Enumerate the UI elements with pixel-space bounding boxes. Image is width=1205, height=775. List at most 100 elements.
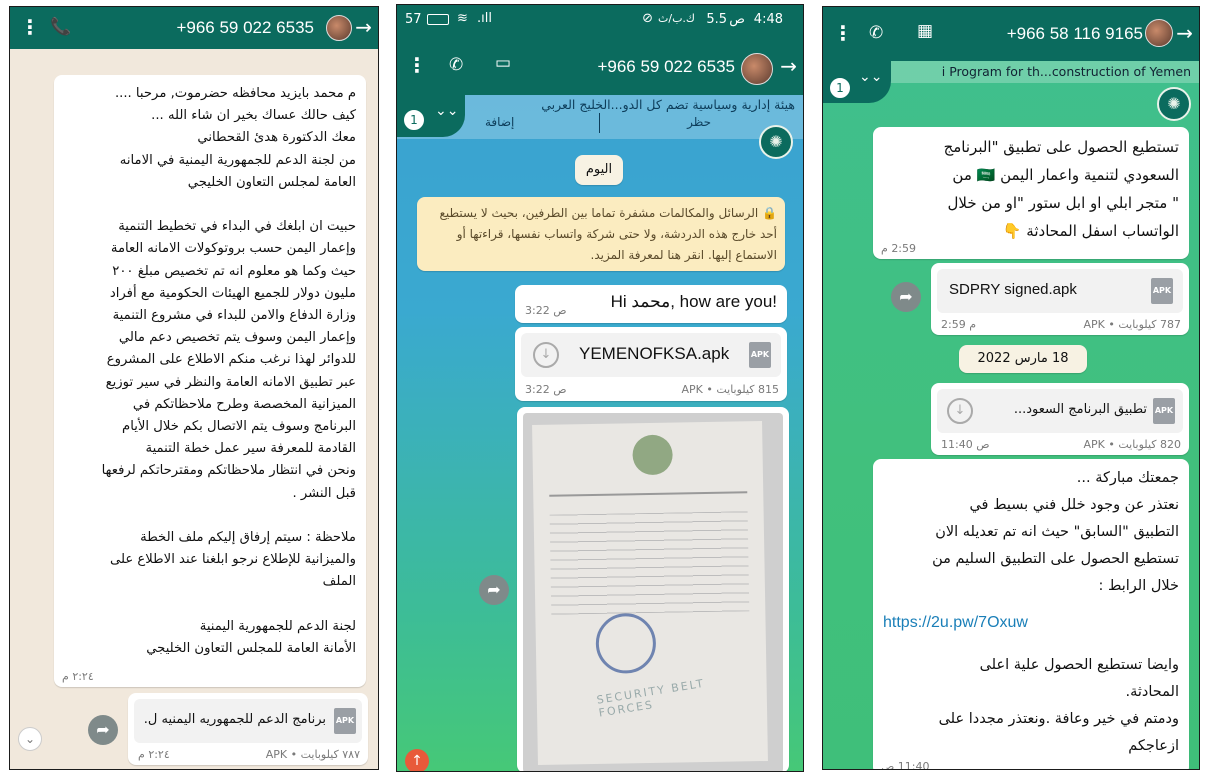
incoming-message[interactable]: جمعتك مباركة ... نعتذر عن وجود خلل فني بس… — [873, 459, 1189, 770]
message-line: " متجر ابلي او ابل ستور "او من خلال — [947, 194, 1179, 212]
back-arrow-icon[interactable]: → — [780, 54, 797, 78]
message-line: للدوائر لهذا نرغب منكم الاطلاع على المشر… — [106, 352, 356, 368]
message-line: المحادثة. — [1125, 684, 1179, 700]
message-line — [64, 505, 356, 527]
date-chip: اليوم — [575, 155, 623, 185]
status-bar: 57 ≋ .ıll 4:48 ص 5.5 ك.ب/ث ⊘ — [397, 5, 803, 35]
file-message[interactable]: ↓ تطبيق البرنامج السعود... APK 820 كيلوب… — [931, 383, 1189, 455]
apk-file-icon: APK — [334, 708, 356, 734]
file-card[interactable]: ↓ تطبيق البرنامج السعود... APK — [937, 389, 1183, 433]
message-line: وزارة الدفاع والامن للبداء في مشروع التن… — [112, 308, 356, 324]
file-card[interactable]: APK برنامج الدعم للجمهوريه اليمنيه ل. — [134, 699, 362, 743]
chat-panel-3: ⋮ ✆ ▦ +966 58 116 9165 → i Program for t… — [822, 6, 1200, 770]
menu-icon[interactable]: ⋮ — [407, 53, 427, 77]
file-name: برنامج الدعم للجمهوريه اليمنيه ل. — [143, 712, 326, 727]
avatar[interactable] — [741, 53, 773, 85]
message-line: معك الدكتورة هدئ القحطاني — [197, 130, 356, 146]
lock-icon: 🔒 — [758, 206, 777, 220]
message-line: حبيت ان ابلغك في البداء في تخطيط التنمية — [118, 219, 356, 235]
block-button[interactable]: حظر — [687, 115, 711, 129]
message-line: نعتذر عن وجود خلل فني بسيط في — [969, 497, 1179, 513]
file-card[interactable]: SDPRY signed.apk APK — [937, 269, 1183, 313]
stamp-icon — [595, 612, 657, 674]
download-icon[interactable]: ↓ — [533, 342, 559, 368]
file-time: 2:59 م — [941, 318, 977, 331]
message-line: الملف — [322, 574, 356, 590]
message-line: وايضا تستطيع الحصول علية اعلى — [979, 657, 1179, 673]
banner-title: i Program for th...construction of Yemen — [941, 64, 1191, 79]
message-line: ازعاجكم — [1128, 738, 1179, 754]
message-line: ودمتم في خير وعافة .ونعتذر مجددا على — [938, 711, 1179, 727]
message-time: 2:59 م — [881, 242, 917, 255]
add-button[interactable]: إضافة — [485, 115, 514, 129]
apk-file-icon: APK — [1151, 278, 1173, 304]
forward-icon[interactable]: ➦ — [891, 282, 921, 312]
status-speed-unit: ك.ب/ث — [658, 12, 695, 25]
message-text: Hi محمد, how are you! — [610, 292, 777, 311]
chat-header: ⋮ 📞 +966 59 022 6535 → — [10, 7, 378, 49]
file-time: ٢:٢٤ م — [138, 748, 170, 761]
encryption-notice[interactable]: 🔒 الرسائل والمكالمات مشفرة تماما بين الط… — [417, 197, 785, 271]
message-line: جمعتك مباركة ... — [1076, 470, 1179, 486]
message-line: خلال الرابط : — [1098, 578, 1179, 594]
message-line: لجنة الدعم للجمهورية اليمنية — [199, 618, 356, 634]
message-time: ٢:٢٤ م — [62, 670, 94, 683]
message-line: والميزانية للإطلاع نرجو ابلغنا عند الاطل… — [110, 552, 356, 568]
chat-header: ⋮ ✆ ▭ +966 59 022 6535 → — [397, 35, 803, 95]
outgoing-message[interactable]: Hi محمد, how are you! 3:22 ص — [515, 285, 787, 323]
message-line — [64, 194, 356, 216]
image-message[interactable]: SECURITY BELT FORCES — [517, 407, 789, 771]
incoming-message[interactable]: م محمد بايزيد محافظه حضرموت, مرحبا .... ك… — [54, 75, 366, 687]
forward-icon[interactable]: ➦ — [88, 715, 118, 745]
message-line: ملاحظة : سيتم إرفاق إليكم ملف الخطة — [140, 530, 356, 546]
message-line: عبر تطبيق الامانه العامة والنظر في سير ت… — [105, 374, 356, 390]
contact-phone[interactable]: +966 59 022 6535 — [176, 18, 314, 38]
forward-icon[interactable]: ➦ — [479, 575, 509, 605]
file-time: 11:40 ص — [941, 438, 990, 451]
add-call-icon[interactable]: ✆ — [869, 23, 883, 43]
watermark-logo-icon: ✺ — [1157, 87, 1191, 121]
scroll-up-icon[interactable]: ↑ — [405, 749, 429, 771]
avatar[interactable] — [1145, 19, 1173, 47]
call-icon[interactable]: ✆ — [449, 55, 463, 75]
apk-file-icon: APK — [1153, 398, 1175, 424]
incoming-message[interactable]: تستطيع الحصول على تطبيق "البرنامج السعودي… — [873, 127, 1189, 259]
message-time: 11:40 ص — [881, 760, 930, 770]
message-line: السعودي لتنمية واعمار اليمن 🇸🇦 من — [952, 166, 1179, 184]
menu-icon[interactable]: ⋮ — [20, 15, 40, 39]
file-message[interactable]: ↓ YEMENOFKSA.apk APK 815 كيلوبايت • APK … — [515, 327, 787, 401]
letter-page: SECURITY BELT FORCES — [532, 421, 768, 765]
document-photo[interactable]: SECURITY BELT FORCES — [523, 413, 783, 771]
chevron-down-icon[interactable]: ⌄⌄ — [859, 69, 882, 85]
avatar[interactable] — [326, 15, 352, 41]
banner-title: هيئة إدارية وسياسية تضم كل الدو...الخليج… — [541, 97, 795, 112]
battery-icon — [427, 14, 449, 25]
file-meta: 815 كيلوبايت • APK — [681, 383, 779, 396]
file-name: SDPRY signed.apk — [949, 281, 1077, 298]
scroll-down-icon[interactable]: ⌄ — [18, 727, 42, 751]
file-card[interactable]: ↓ YEMENOFKSA.apk APK — [521, 333, 781, 377]
message-line: وإعمار اليمن حسب بروتوكولات الامانه العا… — [110, 241, 356, 257]
video-call-icon[interactable]: ▭ — [495, 53, 511, 73]
contact-phone[interactable]: +966 59 022 6535 — [597, 57, 735, 77]
encryption-text: الرسائل والمكالمات مشفرة تماما بين الطرف… — [439, 206, 777, 262]
file-meta: APK • ٧٨٧ كيلوبايت — [265, 748, 360, 761]
menu-icon[interactable]: ⋮ — [833, 21, 853, 45]
status-speed: 5.5 — [706, 12, 727, 27]
file-message[interactable]: SDPRY signed.apk APK 787 كيلوبايت • APK … — [931, 263, 1189, 335]
app-link[interactable]: https://2u.pw/7Oxuw — [883, 614, 1179, 632]
contact-phone[interactable]: +966 58 116 9165 — [1007, 24, 1143, 44]
back-arrow-icon[interactable]: → — [355, 15, 372, 39]
download-icon[interactable]: ↓ — [947, 398, 973, 424]
message-line: التطبيق "السابق" حيث انه تم تعديله الان — [935, 524, 1179, 540]
message-line: القادمة للمعرفة سير عمل خطة التنمية — [145, 441, 357, 457]
message-line: الواتساب اسفل المحادثة 👇 — [1002, 222, 1179, 240]
chevron-down-icon[interactable]: ⌄⌄ — [435, 103, 458, 119]
file-meta: 787 كيلوبايت • APK — [1083, 318, 1181, 331]
add-call-icon[interactable]: 📞 — [50, 17, 71, 37]
message-time: 3:22 ص — [525, 304, 567, 317]
file-message[interactable]: APK برنامج الدعم للجمهوريه اليمنيه ل. AP… — [128, 693, 368, 765]
back-arrow-icon[interactable]: → — [1176, 21, 1193, 45]
store-icon[interactable]: ▦ — [917, 21, 933, 41]
status-time: 4:48 — [753, 12, 783, 27]
